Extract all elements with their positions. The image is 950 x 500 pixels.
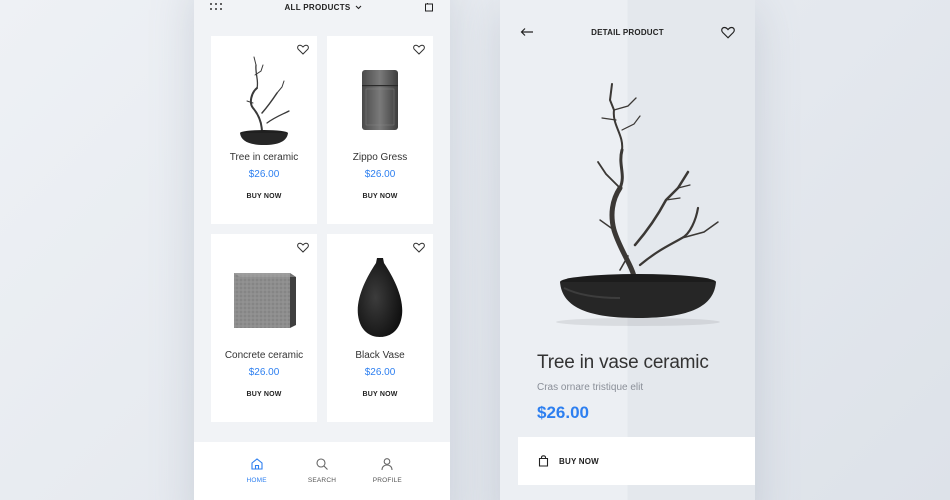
buy-now-button[interactable]: BUY NOW [211,391,317,398]
product-title: Tree in vase ceramic [537,352,709,373]
product-image-concrete[interactable] [211,248,317,348]
page-title: DETAIL PRODUCT [591,27,664,37]
product-subtitle: Cras ornare tristique elit [537,382,644,393]
product-name: Tree in ceramic [229,152,299,163]
product-name: Concrete ceramic [224,350,304,361]
product-card[interactable]: Black Vase $26.00 BUY NOW [327,234,433,422]
home-icon [251,458,263,470]
buy-now-button[interactable]: BUY NOW [518,437,755,485]
product-price: $26.00 [248,169,280,180]
tab-profile[interactable]: PROFILE [362,457,412,500]
product-list-screen: ALL PRODUCTS Tree in ceramic $26.00 BUY … [194,0,450,500]
product-image-tree[interactable] [211,50,317,150]
product-card[interactable]: Tree in ceramic $26.00 BUY NOW [211,36,317,224]
product-name: Zippo Gress [352,152,408,163]
cart-icon[interactable] [424,2,434,12]
back-arrow-icon[interactable] [520,27,534,37]
category-dropdown[interactable]: ALL PRODUCTS [284,3,361,12]
page-title: ALL PRODUCTS [284,2,351,12]
tab-label: HOME [246,477,267,484]
bottom-tab-bar: HOME SEARCH PROFILE [194,442,450,500]
buy-now-label: BUY NOW [559,456,599,466]
profile-icon [381,458,393,471]
product-price: $26.00 [364,367,396,378]
menu-grid-icon[interactable] [210,3,222,11]
product-detail-screen: DETAIL PRODUCT Tree in vase ceramic Cras… [500,0,755,500]
tab-search[interactable]: SEARCH [297,457,347,500]
buy-now-button[interactable]: BUY NOW [211,193,317,200]
search-icon [316,458,328,470]
tab-label: SEARCH [307,477,337,484]
chevron-down-icon [355,5,361,9]
buy-now-button[interactable]: BUY NOW [327,391,433,398]
heart-icon[interactable] [721,26,735,39]
buy-now-button[interactable]: BUY NOW [327,193,433,200]
product-name: Black Vase [355,350,405,361]
product-hero-image [540,70,755,340]
shopping-bag-icon [538,455,549,467]
product-card[interactable]: Concrete ceramic $26.00 BUY NOW [211,234,317,422]
product-image-black-vase[interactable] [327,248,433,348]
product-price: $26.00 [364,169,396,180]
product-image-zippo[interactable] [327,50,433,150]
tab-home[interactable]: HOME [232,457,282,500]
tab-label: PROFILE [372,477,402,484]
detail-header: DETAIL PRODUCT [500,22,755,42]
product-price: $26.00 [537,403,589,422]
list-header: ALL PRODUCTS [194,0,450,14]
product-price: $26.00 [248,367,280,378]
product-card[interactable]: Zippo Gress $26.00 BUY NOW [327,36,433,224]
